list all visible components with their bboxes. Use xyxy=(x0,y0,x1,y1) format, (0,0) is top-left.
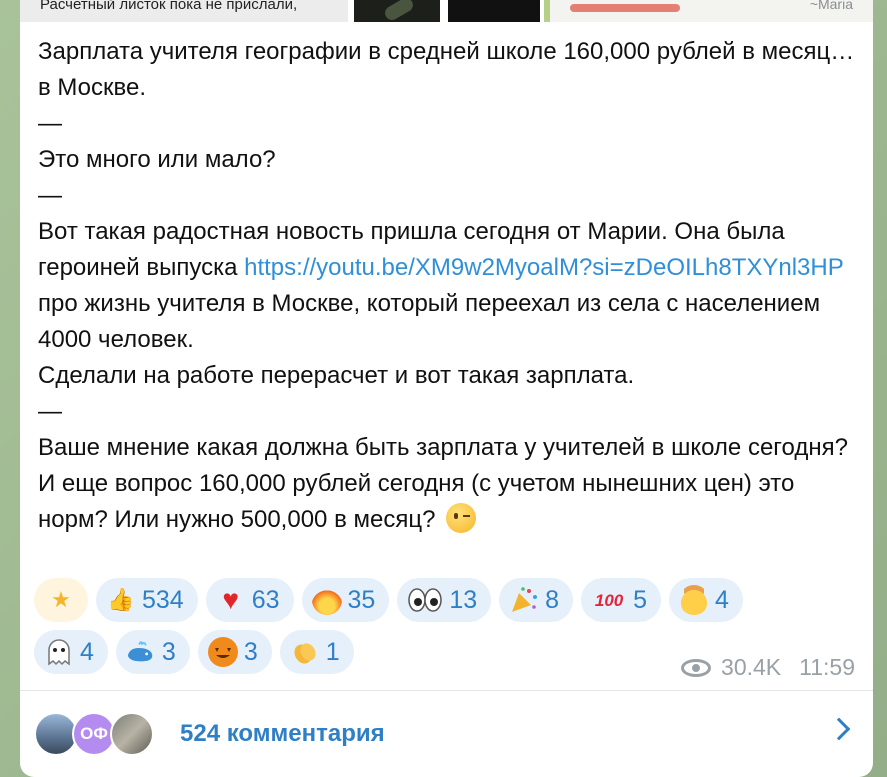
views-count: 30.4K xyxy=(721,654,782,680)
comments-count-label[interactable]: 524 комментария xyxy=(180,720,385,748)
avatar xyxy=(110,712,154,756)
media-photo-3[interactable] xyxy=(448,0,540,22)
post-line: Сделали на работе перерасчет и вот такая… xyxy=(38,362,635,389)
reaction-count: 8 xyxy=(545,585,560,614)
post-dash: — xyxy=(38,110,62,137)
reaction-count: 63 xyxy=(251,585,280,614)
reaction-whale[interactable]: 3 xyxy=(115,630,190,674)
reaction-count: 35 xyxy=(347,585,376,614)
eyes-icon xyxy=(407,585,443,615)
redacted-scribble xyxy=(570,4,680,12)
fire-icon xyxy=(311,585,342,615)
reaction-exploding-head[interactable]: 4 xyxy=(668,578,743,622)
post-line: Ваше мнение какая должна быть зарплата у… xyxy=(38,434,848,461)
reaction-count: 534 xyxy=(142,585,184,614)
media-photo-message[interactable]: ~Maria xyxy=(544,0,873,22)
exploding-head-icon xyxy=(678,585,709,615)
post-paragraph: Вот такая радостная новость пришла сегод… xyxy=(38,214,858,358)
media-signature: ~Maria xyxy=(809,0,853,12)
chevron-right-icon xyxy=(827,717,851,741)
post-dash: — xyxy=(38,182,62,209)
heart-icon: ♥ xyxy=(222,584,240,615)
reaction-count: 3 xyxy=(161,637,176,666)
post-text: Зарплата учителя географии в средней шко… xyxy=(38,34,858,538)
reaction-count: 1 xyxy=(325,637,340,666)
thumbs-up-icon: 👍 xyxy=(107,587,135,612)
post-time: 11:59 xyxy=(799,654,855,680)
media-album[interactable]: Расчетный листок пока не прислали, ~Mari… xyxy=(20,0,873,22)
reaction-thumbs-up[interactable]: 👍 534 xyxy=(96,578,198,622)
reaction-ghost[interactable]: 4 xyxy=(34,630,108,674)
commenter-avatars: ОФ xyxy=(34,712,174,756)
comments-button[interactable]: ОФ 524 комментария xyxy=(20,691,873,777)
post-line: Это много или мало? xyxy=(38,146,276,173)
reaction-count: 4 xyxy=(80,637,94,666)
party-popper-icon xyxy=(509,585,539,615)
hundred-icon: 100 xyxy=(594,590,624,610)
reaction-jack-o-lantern[interactable]: 3 xyxy=(197,630,272,674)
reaction-fire[interactable]: 35 xyxy=(301,578,390,622)
media-photo-payslip[interactable]: Расчетный листок пока не прислали, xyxy=(20,0,348,22)
whale-icon xyxy=(126,637,156,667)
views-eye-icon xyxy=(681,658,712,677)
reaction-eyes[interactable]: 13 xyxy=(397,578,492,622)
post-text-span: И еще вопрос 160,000 рублей сегодня (с у… xyxy=(38,470,795,533)
winking-face-icon xyxy=(446,503,477,533)
ghost-icon xyxy=(44,637,74,667)
reactions-row: ★ 👍 534 ♥ 63 35 13 8 100 5 4 xyxy=(34,578,864,622)
reaction-star[interactable]: ★ xyxy=(34,578,88,622)
channel-post: Расчетный листок пока не прислали, ~Mari… xyxy=(20,0,873,777)
post-dash: — xyxy=(38,398,62,425)
reaction-clapping-hands[interactable]: 1 xyxy=(279,630,354,674)
post-paragraph: И еще вопрос 160,000 рублей сегодня (с у… xyxy=(38,466,858,538)
youtube-link[interactable]: https://youtu.be/XM9w2MyoalM?si=zDeOILh8… xyxy=(244,254,843,281)
reaction-count: 3 xyxy=(243,637,258,666)
reaction-party-popper[interactable]: 8 xyxy=(499,578,574,622)
reaction-count: 5 xyxy=(633,585,647,614)
reaction-count: 13 xyxy=(449,585,478,614)
clapping-hands-icon xyxy=(290,637,320,667)
post-line: Зарплата учителя географии в средней шко… xyxy=(38,38,855,101)
media-photo-2[interactable] xyxy=(354,0,440,22)
reaction-heart[interactable]: ♥ 63 xyxy=(205,578,294,622)
jack-o-lantern-icon xyxy=(207,637,238,667)
reaction-hundred[interactable]: 100 5 xyxy=(581,578,661,622)
media-caption: Расчетный листок пока не прислали, xyxy=(40,0,298,13)
post-meta: 30.4K 11:59 xyxy=(681,654,855,681)
reaction-count: 4 xyxy=(714,585,729,614)
star-icon: ★ xyxy=(51,587,71,612)
post-text-span: про жизнь учителя в Москве, который пере… xyxy=(38,290,821,353)
